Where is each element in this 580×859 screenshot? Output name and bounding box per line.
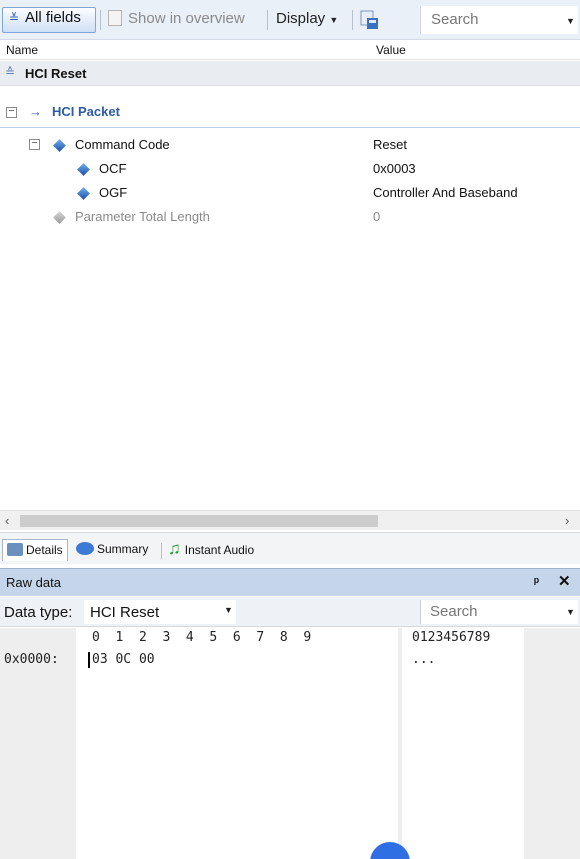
tab-details[interactable]: Details bbox=[2, 539, 68, 561]
music-note-icon: ♫ bbox=[168, 539, 181, 558]
caret-down-icon[interactable]: ▼ bbox=[566, 607, 575, 617]
field-diamond-icon bbox=[53, 211, 66, 224]
summary-row[interactable]: ≙ HCI Reset bbox=[0, 61, 580, 86]
field-row-ocf[interactable]: OCF 0x0003 bbox=[0, 158, 580, 182]
summary-title: HCI Reset bbox=[25, 66, 87, 81]
data-type-bar: Data type: HCI Reset ▼ Search ▼ bbox=[0, 597, 580, 627]
right-gutter bbox=[524, 628, 580, 859]
field-value: 0 bbox=[373, 209, 381, 224]
ascii-bytes[interactable]: ... bbox=[412, 652, 435, 667]
field-diamond-icon bbox=[53, 139, 66, 152]
toolbar-separator bbox=[352, 10, 353, 30]
scroll-left-icon[interactable]: ‹ bbox=[5, 513, 9, 528]
tab-separator bbox=[161, 543, 162, 559]
view-tabs: Details Summary ♫ Instant Audio bbox=[0, 532, 580, 564]
field-diamond-icon bbox=[77, 163, 90, 176]
raw-search-placeholder: Search bbox=[430, 603, 478, 620]
toolbar: ≚ All fields Show in overview Display ▼ … bbox=[0, 0, 580, 40]
tab-instant-audio[interactable]: ♫ Instant Audio bbox=[168, 539, 254, 561]
packet-row[interactable]: − → HCI Packet bbox=[0, 98, 580, 128]
overview-icon bbox=[108, 10, 122, 26]
raw-data-title: Raw data bbox=[6, 575, 61, 590]
show-in-overview-label: Show in overview bbox=[128, 10, 245, 27]
field-row-ogf[interactable]: OGF Controller And Baseband bbox=[0, 182, 580, 206]
hex-column-header: 0 1 2 3 4 5 6 7 8 9 bbox=[92, 630, 312, 645]
double-chevron-up-icon[interactable]: ≙ bbox=[5, 65, 15, 79]
column-name-header[interactable]: Name bbox=[6, 43, 38, 57]
raw-search-input[interactable]: Search ▼ bbox=[420, 600, 578, 624]
field-row-parameter-total-length[interactable]: Parameter Total Length 0 bbox=[0, 206, 580, 230]
data-type-value: HCI Reset bbox=[90, 604, 160, 621]
pin-icon[interactable]: ᵖ bbox=[534, 574, 539, 589]
field-name: OCF bbox=[99, 161, 127, 176]
scrollbar-thumb[interactable] bbox=[20, 515, 378, 527]
field-name: Parameter Total Length bbox=[75, 209, 210, 224]
field-value: Controller And Baseband bbox=[373, 185, 518, 200]
display-dropdown[interactable]: Display ▼ bbox=[272, 7, 342, 33]
search-input[interactable]: Search ▼ bbox=[420, 6, 578, 34]
caret-down-icon: ▼ bbox=[224, 605, 233, 615]
tab-summary[interactable]: Summary bbox=[76, 539, 148, 561]
data-type-label: Data type: bbox=[4, 604, 73, 621]
hex-bytes[interactable]: 03 0C 00 bbox=[92, 652, 155, 667]
collapse-toggle-icon[interactable]: − bbox=[6, 107, 17, 118]
caret-down-icon: ▼ bbox=[329, 15, 339, 25]
tab-summary-label: Summary bbox=[97, 542, 149, 556]
save-icon[interactable] bbox=[360, 10, 380, 30]
column-header: Name Value bbox=[0, 40, 580, 60]
row-offset: 0x0000: bbox=[4, 652, 59, 667]
data-type-select[interactable]: HCI Reset ▼ bbox=[84, 600, 236, 624]
caret-down-icon[interactable]: ▼ bbox=[566, 16, 575, 26]
show-in-overview-button[interactable]: Show in overview bbox=[104, 7, 249, 33]
column-value-header[interactable]: Value bbox=[376, 43, 406, 57]
field-row-command-code[interactable]: − Command Code Reset bbox=[0, 134, 580, 158]
text-cursor bbox=[88, 652, 90, 668]
scroll-right-icon[interactable]: › bbox=[565, 513, 569, 528]
field-diamond-icon bbox=[77, 187, 90, 200]
double-chevron-down-icon: ≚ bbox=[9, 11, 20, 25]
details-icon bbox=[7, 543, 23, 556]
field-value: Reset bbox=[373, 137, 407, 152]
field-value: 0x0003 bbox=[373, 161, 416, 176]
tab-instant-audio-label: Instant Audio bbox=[184, 543, 255, 557]
tab-details-label: Details bbox=[26, 543, 63, 557]
summary-icon bbox=[76, 542, 94, 555]
arrow-right-icon: → bbox=[29, 104, 42, 119]
toolbar-separator bbox=[267, 10, 268, 30]
toolbar-separator bbox=[100, 10, 101, 30]
all-fields-button[interactable]: ≚ All fields bbox=[2, 7, 96, 33]
search-placeholder: Search bbox=[431, 11, 479, 28]
packet-label: HCI Packet bbox=[52, 104, 120, 119]
field-name: OGF bbox=[99, 185, 128, 200]
raw-data-header: Raw data ᵖ ✕ bbox=[0, 568, 580, 596]
collapse-toggle-icon[interactable]: − bbox=[29, 139, 40, 150]
display-label: Display bbox=[276, 10, 326, 27]
close-icon[interactable]: ✕ bbox=[558, 572, 571, 590]
ascii-column-header: 0123456789 bbox=[412, 630, 491, 645]
horizontal-scrollbar[interactable]: ‹ › bbox=[0, 510, 580, 530]
all-fields-label: All fields bbox=[25, 9, 81, 26]
field-name: Command Code bbox=[75, 137, 170, 152]
